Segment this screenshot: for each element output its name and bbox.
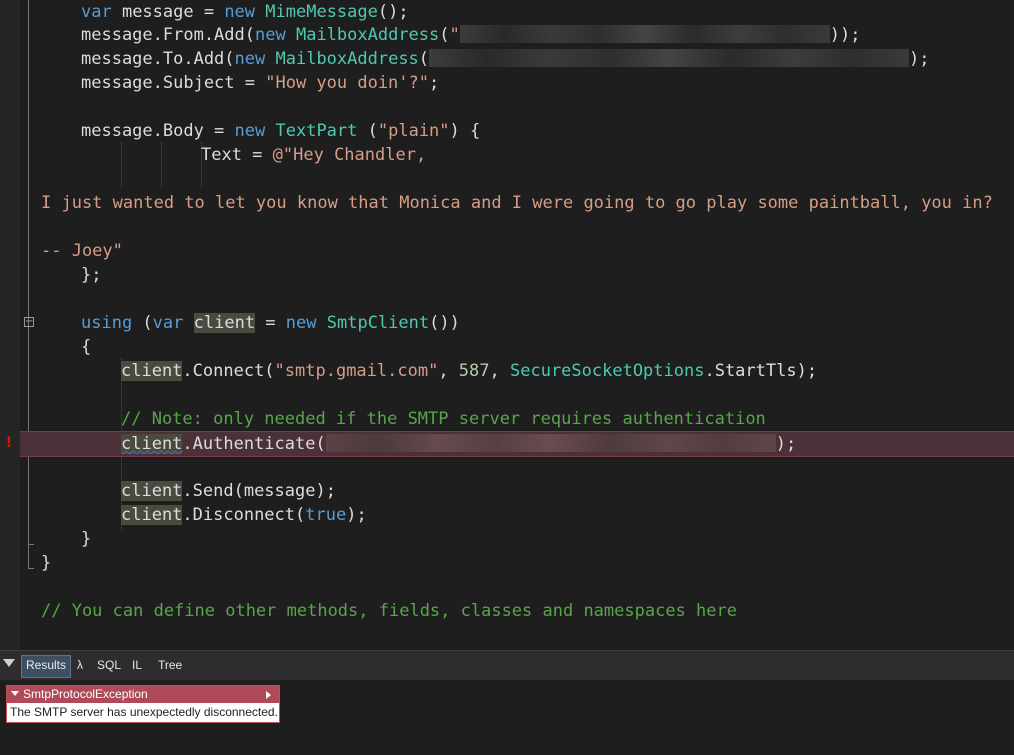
error-code-line[interactable]: client.Authenticate(); xyxy=(20,431,1014,457)
code-line[interactable]: message.From.Add(new MailboxAddress(")); xyxy=(20,23,1014,47)
redacted-credentials xyxy=(325,434,776,452)
exception-message: The SMTP server has unexpectedly disconn… xyxy=(10,705,278,719)
code-editor[interactable]: var message = new MimeMessage(); message… xyxy=(20,0,1014,650)
error-marker-icon[interactable]: ! xyxy=(4,435,14,451)
code-line[interactable]: // Note: only needed if the SMTP server … xyxy=(20,407,1014,431)
code-line[interactable]: // You can define other methods, fields,… xyxy=(20,599,1014,623)
output-tab-bar: Results λ SQL IL Tree xyxy=(0,650,1014,680)
collapse-caret-icon[interactable] xyxy=(11,691,19,696)
code-line[interactable]: var message = new MimeMessage(); xyxy=(20,0,1014,24)
tab-lambda[interactable]: λ xyxy=(73,655,87,676)
tab-results[interactable]: Results xyxy=(21,655,72,678)
exception-box: SmtpProtocolException The SMTP server ha… xyxy=(6,685,280,723)
code-line[interactable]: message.Subject = "How you doin'?"; xyxy=(20,71,1014,95)
code-line[interactable]: client.Connect("smtp.gmail.com", 587, Se… xyxy=(20,359,1014,383)
editor-gutter: ! xyxy=(0,0,21,650)
collapse-region-icon[interactable]: − xyxy=(24,317,34,327)
redacted-sender xyxy=(459,25,830,43)
code-line[interactable]: message.To.Add(new MailboxAddress(); xyxy=(20,47,1014,71)
code-line[interactable]: client.Disconnect(true); xyxy=(20,503,1014,527)
code-line[interactable]: client.Send(message); xyxy=(20,479,1014,503)
results-panel: SmtpProtocolException The SMTP server ha… xyxy=(0,680,1014,755)
code-line[interactable]: } xyxy=(20,527,1014,551)
redacted-recipient xyxy=(429,49,910,67)
tab-tree[interactable]: Tree xyxy=(154,655,186,676)
expand-arrow-icon[interactable] xyxy=(266,691,271,699)
tab-il[interactable]: IL xyxy=(128,655,146,676)
exception-type: SmtpProtocolException xyxy=(23,687,148,701)
code-line[interactable]: -- Joey" xyxy=(20,239,1014,263)
code-line[interactable]: }; xyxy=(20,263,1014,287)
collapse-panel-icon[interactable] xyxy=(3,659,15,667)
tab-sql[interactable]: SQL xyxy=(93,655,125,676)
code-line[interactable]: Text = @"Hey Chandler, xyxy=(20,143,1014,167)
code-line[interactable]: using (var client = new SmtpClient()) xyxy=(20,311,1014,335)
exception-header[interactable]: SmtpProtocolException xyxy=(7,686,279,703)
code-line[interactable]: I just wanted to let you know that Monic… xyxy=(20,191,1014,215)
code-line[interactable]: { xyxy=(20,335,1014,359)
code-line[interactable]: message.Body = new TextPart ("plain") { xyxy=(20,119,1014,143)
code-line[interactable]: } xyxy=(20,551,1014,575)
